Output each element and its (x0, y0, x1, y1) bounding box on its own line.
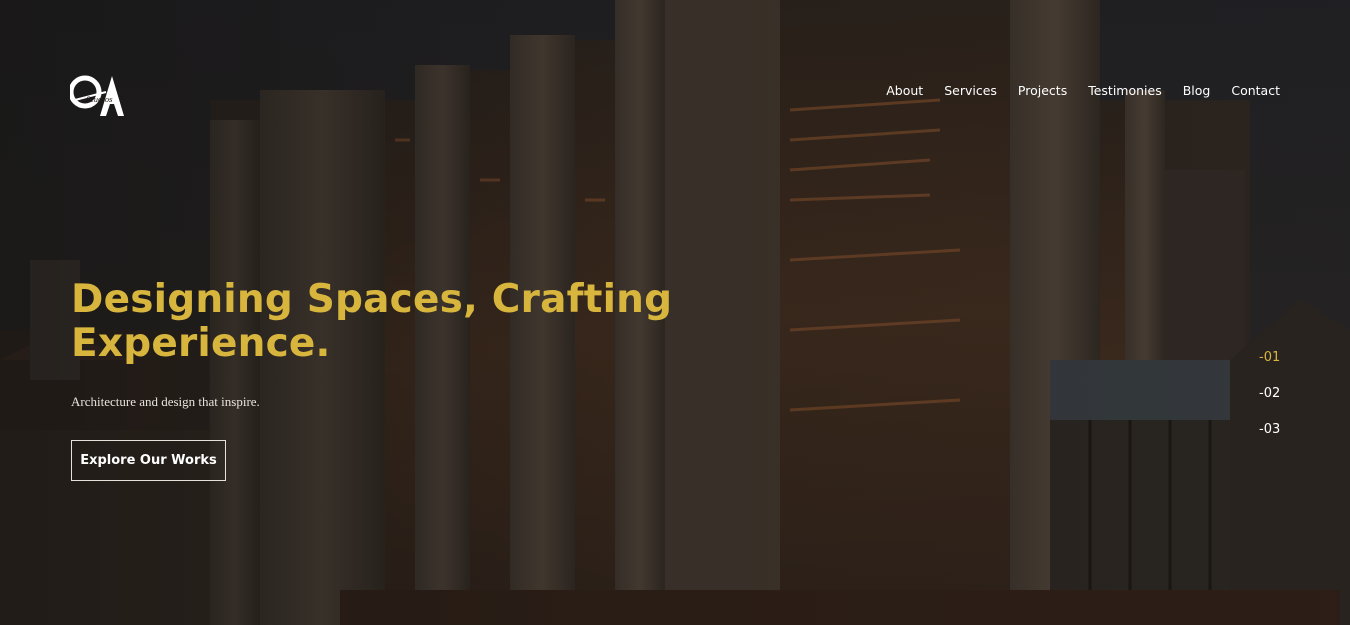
qa-studios-logo[interactable]: Studios (70, 68, 130, 120)
nav-testimonies[interactable]: Testimonies (1088, 83, 1162, 98)
hero-section: Studios About Services Projects Testimon… (0, 0, 1350, 625)
slide-indicator-3[interactable]: -03 (1259, 420, 1280, 439)
slide-indicators: -01 -02 -03 (1259, 348, 1280, 439)
slide-indicator-1[interactable]: -01 (1259, 348, 1280, 367)
headline-line-1: Designing Spaces, Crafting (71, 277, 673, 322)
hero-headline: Designing Spaces, Crafting Experience. (71, 278, 771, 366)
hero-tagline: Architecture and design that inspire. (71, 394, 260, 409)
slide-indicator-2[interactable]: -02 (1259, 384, 1280, 403)
nav-contact[interactable]: Contact (1231, 83, 1280, 98)
nav-projects[interactable]: Projects (1018, 83, 1067, 98)
explore-works-button[interactable]: Explore Our Works (71, 440, 226, 481)
logo-subtitle: Studios (86, 96, 113, 104)
nav-blog[interactable]: Blog (1183, 83, 1211, 98)
main-nav: About Services Projects Testimonies Blog… (886, 83, 1280, 98)
headline-line-2: Experience. (71, 321, 331, 366)
nav-about[interactable]: About (886, 83, 923, 98)
nav-services[interactable]: Services (944, 83, 997, 98)
